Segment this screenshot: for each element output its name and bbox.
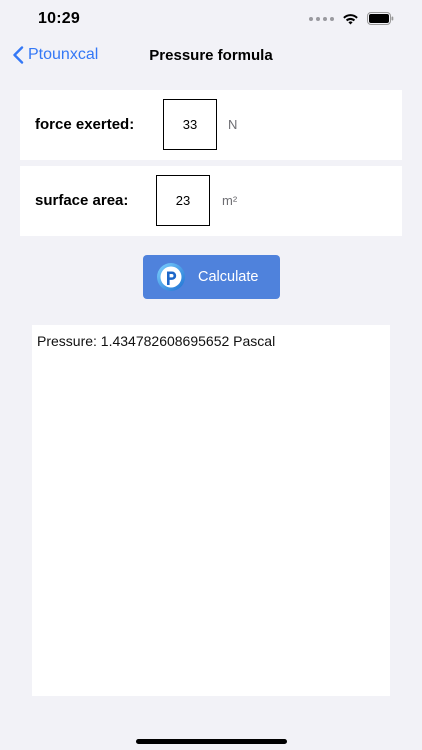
screen: 10:29 Ptounxcal Pressure formula force e…: [0, 0, 422, 750]
page-title: Pressure formula: [149, 47, 273, 64]
force-unit: N: [228, 117, 238, 132]
status-bar: 10:29: [0, 0, 422, 40]
force-value: 33: [182, 117, 198, 132]
area-unit: m²: [222, 193, 238, 208]
nav-bar: Ptounxcal Pressure formula: [0, 40, 422, 72]
battery-icon: [367, 12, 394, 25]
wifi-icon: [342, 13, 359, 25]
area-input[interactable]: 23: [156, 175, 210, 226]
result-text: Pressure: 1.434782608695652 Pascal: [37, 333, 276, 349]
home-indicator[interactable]: [136, 739, 287, 744]
area-label: surface area:: [35, 192, 129, 209]
p-logo-icon: [143, 261, 187, 293]
status-time: 10:29: [38, 10, 80, 27]
area-card: surface area: 23 m²: [20, 166, 402, 236]
status-icons: [309, 12, 394, 25]
area-value: 23: [175, 193, 191, 208]
force-input[interactable]: 33: [163, 99, 217, 150]
force-label: force exerted:: [35, 116, 135, 133]
calculate-button[interactable]: Calculate: [143, 255, 280, 299]
force-card: force exerted: 33 N: [20, 90, 402, 160]
signal-icon: [309, 16, 334, 21]
result-panel[interactable]: Pressure: 1.434782608695652 Pascal: [32, 325, 390, 696]
calculate-button-label: Calculate: [198, 269, 259, 285]
